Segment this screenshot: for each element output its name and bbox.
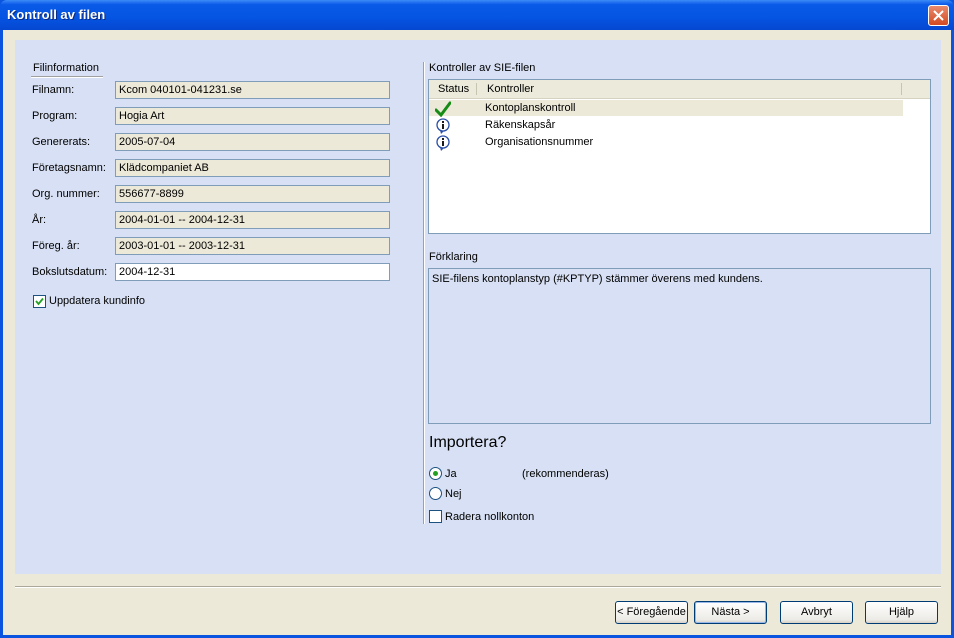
- fileinfo-group-title: Filinformation: [31, 62, 103, 78]
- program-field: Hogia Art: [115, 107, 390, 125]
- vertical-divider: [423, 62, 425, 524]
- company-name-label: Företagsnamn:: [32, 162, 106, 174]
- column-status[interactable]: Status: [429, 80, 477, 98]
- list-item[interactable]: Kontoplanskontroll: [429, 100, 903, 117]
- org-number-label: Org. nummer:: [32, 188, 100, 200]
- content-panel: Filinformation Filnamn: Kcom 040101-0412…: [15, 40, 941, 574]
- help-button[interactable]: Hjälp: [865, 601, 938, 624]
- dialog-body: Filinformation Filnamn: Kcom 040101-0412…: [3, 30, 951, 635]
- update-customer-checkbox[interactable]: [33, 295, 46, 308]
- explanation-text: SIE-filens kontoplanstyp (#KPTYP) stämme…: [432, 273, 763, 285]
- import-no-label[interactable]: Nej: [445, 488, 462, 500]
- import-yes-radio[interactable]: [429, 467, 442, 480]
- generated-field: 2005-07-04: [115, 133, 390, 151]
- checkmark-icon: [35, 297, 44, 306]
- program-label: Program:: [32, 110, 78, 122]
- filename-field: Kcom 040101-041231.se: [115, 81, 390, 99]
- delete-zero-accounts-checkbox[interactable]: [429, 510, 442, 523]
- import-yes-label[interactable]: Ja: [445, 468, 457, 480]
- year-label: År:: [32, 214, 47, 226]
- delete-zero-accounts-label[interactable]: Radera nollkonton: [445, 511, 534, 523]
- year-field: 2004-01-01 -- 2004-12-31: [115, 211, 390, 229]
- window-title: Kontroll av filen: [7, 7, 106, 22]
- close-icon: [933, 10, 944, 21]
- import-no-radio[interactable]: [429, 487, 442, 500]
- check-icon: [435, 101, 451, 117]
- dialog-window: Kontroll av filen Filinformation Filnamn…: [0, 0, 954, 638]
- generated-label: Genererats:: [32, 136, 91, 148]
- closing-date-label: Bokslutsdatum:: [32, 266, 108, 278]
- update-customer-label[interactable]: Uppdatera kundinfo: [49, 295, 145, 307]
- previous-year-label: Föreg. år:: [32, 240, 80, 252]
- info-icon: [436, 135, 450, 151]
- org-number-field: 556677-8899: [115, 185, 390, 203]
- list-item[interactable]: Räkenskapsår: [429, 117, 930, 134]
- bottom-divider-highlight: [15, 587, 941, 588]
- previous-button[interactable]: < Föregående: [615, 601, 688, 624]
- previous-year-field: 2003-01-01 -- 2003-12-31: [115, 237, 390, 255]
- import-yes-note: (rekommenderas): [522, 468, 609, 480]
- info-icon: [436, 118, 450, 134]
- checks-title: Kontroller av SIE-filen: [429, 62, 536, 74]
- closing-date-input[interactable]: 2004-12-31: [115, 263, 390, 281]
- explanation-box: SIE-filens kontoplanstyp (#KPTYP) stämme…: [428, 268, 931, 424]
- close-button[interactable]: [928, 5, 949, 26]
- checks-list[interactable]: Status Kontroller Kontoplanskontroll Räk…: [428, 79, 931, 234]
- title-bar[interactable]: Kontroll av filen: [0, 0, 954, 30]
- column-checks[interactable]: Kontroller: [477, 80, 902, 98]
- explanation-title: Förklaring: [429, 251, 478, 263]
- cancel-button[interactable]: Avbryt: [780, 601, 853, 624]
- filename-label: Filnamn:: [32, 84, 75, 96]
- list-item[interactable]: Organisationsnummer: [429, 134, 930, 151]
- import-heading: Importera?: [429, 434, 507, 451]
- list-header: Status Kontroller: [429, 80, 930, 99]
- next-button[interactable]: Nästa >: [694, 601, 767, 624]
- company-name-field: Klädcompaniet AB: [115, 159, 390, 177]
